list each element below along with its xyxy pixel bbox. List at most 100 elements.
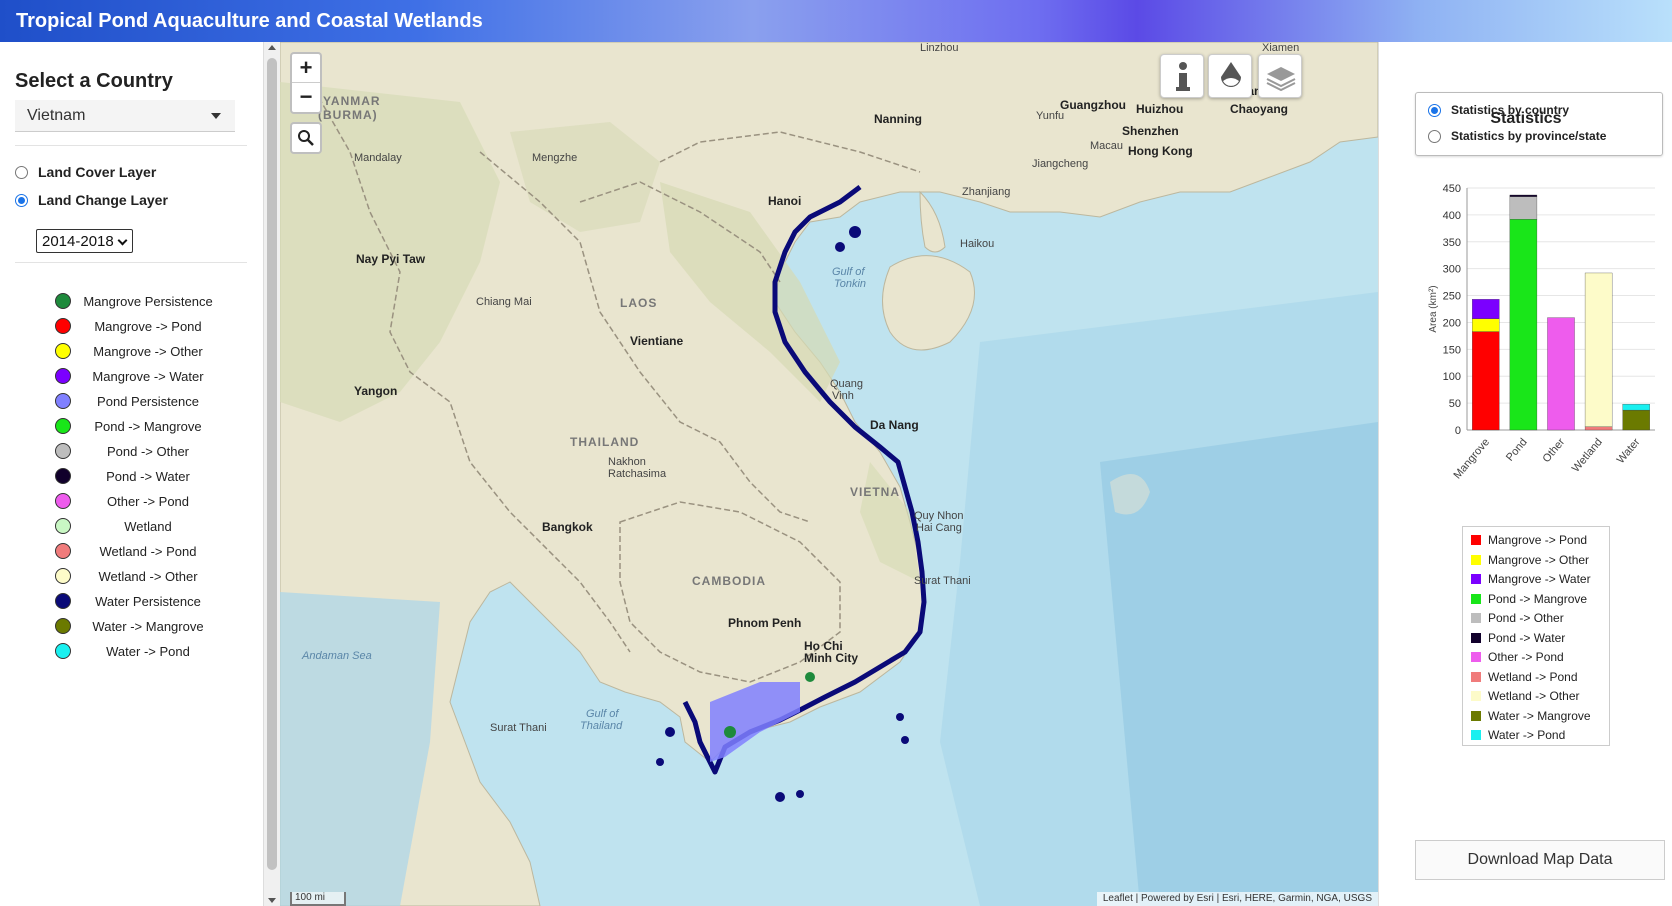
land-change-layer-radio[interactable] [15,193,28,207]
chart-x-tick-label: Other [1540,436,1567,465]
chart-legend-item: Mangrove -> Water [1471,570,1591,588]
map-label-city: Minh City [804,651,858,665]
map-label-city: Huizhou [1136,102,1184,116]
stats-by-country-option[interactable]: Statistics by country [1428,103,1569,117]
chart-bar-segment [1472,331,1500,431]
chart-bar-segment [1622,409,1650,431]
chart-y-tick-label: 250 [1443,291,1461,303]
map-label-city: Hanoi [768,194,802,208]
chart-legend-item: Pond -> Water [1471,629,1565,647]
stats-by-country-radio[interactable] [1428,103,1441,117]
scroll-up-icon[interactable] [268,45,276,50]
chart-legend-swatch [1471,613,1481,623]
legend-item: Water -> Pond [55,640,225,662]
chart-x-tick-label: Pond [1504,436,1530,463]
legend-item: Pond -> Other [55,440,225,462]
chart-legend-swatch [1471,554,1481,565]
basemap-water-button[interactable] [1208,54,1252,98]
map-label-town: Nakhon [608,456,646,468]
land-change-layer-option[interactable]: Land Change Layer [15,192,168,208]
stats-by-province-radio[interactable] [1428,129,1441,143]
legend-item: Mangrove Persistence [55,290,225,312]
chart-legend-swatch [1471,593,1481,604]
stats-by-province-option[interactable]: Statistics by province/state [1428,129,1606,143]
map-label-town: Linzhou [920,42,959,54]
map-label-town: Xiamen [1262,42,1300,54]
legend-item: Other -> Pond [55,490,225,512]
legend-item: Pond Persistence [55,390,225,412]
chart-legend-label: Other -> Pond [1488,650,1564,664]
period-select[interactable]: 2014-2018 [36,229,133,253]
legend-swatch [55,568,71,584]
legend-item: Pond -> Mangrove [55,415,225,437]
layers-icon [1266,67,1296,92]
chart-bar-segment [1509,196,1538,220]
legend-swatch [55,468,71,484]
scrollbar-thumb[interactable] [267,58,277,870]
zoom-in-button[interactable]: + [292,54,320,83]
download-map-data-button[interactable]: Download Map Data [1415,840,1665,880]
country-select[interactable]: Vietnam [15,100,235,132]
chart-legend-swatch [1471,632,1481,643]
stats-by-province-label: Statistics by province/state [1451,129,1607,143]
legend-swatch [55,543,71,559]
chart-bar-segment [1509,219,1538,431]
basemap [280,42,1378,906]
legend-label: Water Persistence [95,593,201,609]
map-label-city: Zhanjiang [962,186,1011,198]
chart-legend-label: Mangrove -> Pond [1488,533,1588,547]
legend-swatch [55,393,71,409]
info-button[interactable] [1160,54,1204,98]
chart-bar-segment [1584,272,1613,427]
legend-swatch [55,418,71,434]
scroll-down-icon[interactable] [268,898,276,903]
layers-button[interactable] [1258,54,1302,98]
legend-label: Pond -> Other [106,443,190,459]
land-cover-layer-option[interactable]: Land Cover Layer [15,164,156,180]
chart-bar-segment [1547,317,1575,431]
chart-legend-label: Pond -> Water [1488,630,1566,645]
legend-swatch [55,593,71,609]
legend-label: Water -> Pond [106,643,190,659]
chart-x-tick-label: Wetland [1570,436,1605,474]
legend-item: Water Persistence [55,590,225,612]
chart-y-tick-label: 450 [1443,183,1461,195]
map-view[interactable]: MYANMAR (BURMA) LAOS THAILAND CAMBODIA V… [280,42,1378,906]
chart-legend-item: Mangrove -> Other [1471,551,1589,569]
map-label-town: Surat Thani [914,575,971,587]
chart-bar-segment [1472,318,1500,332]
chart-legend-item: Wetland -> Other [1471,687,1580,705]
chart-y-tick-label: 50 [1449,398,1461,410]
chart-legend-label: Water -> Mangrove [1488,708,1591,723]
info-icon [1176,62,1190,91]
map-label-city: Haikou [960,238,995,250]
legend-item: Wetland -> Pond [55,540,225,562]
chart-legend: Mangrove -> Pond Mangrove -> Other Mangrov… [1462,526,1610,746]
country-select-value: Vietnam [27,107,86,124]
map-attribution[interactable]: Leaflet | Powered by Esri | Esri, HERE, … [1096,892,1378,906]
legend-swatch [55,293,71,309]
chart-y-tick-label: 0 [1455,425,1461,437]
chart-y-tick-label: 200 [1443,317,1461,329]
zoom-out-button[interactable]: − [292,83,320,112]
zoom-control: + − [290,52,322,114]
legend-swatch [55,443,71,459]
chart-x-tick-label: Water [1615,436,1643,466]
land-cover-layer-radio[interactable] [15,165,28,179]
legend-label: Pond -> Water [106,468,190,484]
chart-legend-label: Wetland -> Other [1488,689,1580,703]
chart-y-tick-label: 150 [1443,344,1461,356]
sidebar-scrollbar[interactable] [264,42,280,906]
map-label-water: Andaman Sea [302,650,372,662]
land-cover-layer-label: Land Cover Layer [38,164,157,180]
map-label-town: Mandalay [354,152,402,164]
legend-item: Wetland -> Other [55,565,225,587]
chart-legend-label: Water -> Pond [1488,728,1566,742]
map-label-town: Quang [830,378,864,390]
map-search-button[interactable] [290,122,322,154]
chart-legend-label: Mangrove -> Water [1488,572,1591,586]
map-scale: 100 mi [290,892,346,906]
map-label-myanmar: MYANMAR [312,94,381,108]
map-label-town: Jiangcheng [1032,158,1089,170]
chart-legend-swatch [1471,671,1481,682]
